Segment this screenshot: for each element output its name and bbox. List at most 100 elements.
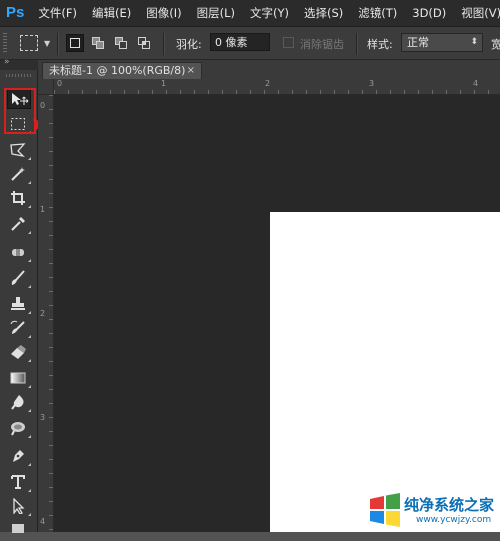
menu-edit[interactable]: 编辑(E): [92, 5, 131, 21]
watermark-url: www.ycwjzy.com: [416, 515, 492, 525]
tool-flyout-corner: [28, 311, 31, 314]
close-icon[interactable]: ×: [187, 63, 195, 79]
rectangle-shape-icon: [12, 524, 24, 533]
photoshop-logo: Ps: [6, 4, 25, 21]
subtract-from-selection-button[interactable]: [112, 34, 130, 52]
stamp-icon: [11, 297, 25, 310]
toolbox-grip[interactable]: [6, 74, 32, 77]
eyedropper-icon: [11, 217, 25, 231]
menu-layer[interactable]: 图层(L): [197, 5, 235, 21]
watermark-logo-icon: [370, 493, 400, 527]
new-selection-icon: [70, 38, 80, 48]
ruler-tick-label: 1: [161, 79, 167, 88]
width-label: 宽: [491, 38, 500, 51]
ruler-tick-label: 3: [40, 413, 46, 422]
magic-wand-icon: [11, 167, 25, 181]
updown-arrow-icon: ⬍: [470, 37, 478, 47]
toolbox-header[interactable]: »: [0, 57, 38, 70]
ruler-tick-label: 2: [265, 79, 271, 88]
dodge-tool[interactable]: [7, 418, 31, 439]
path-selection-tool[interactable]: [7, 496, 31, 517]
add-to-selection-button[interactable]: [89, 34, 107, 52]
subtract-selection-icon: [115, 37, 127, 49]
tool-flyout-corner: [28, 513, 31, 516]
menu-type[interactable]: 文字(Y): [250, 5, 289, 21]
tool-preset-picker[interactable]: [20, 35, 38, 51]
tool-flyout-corner: [28, 157, 31, 160]
site-watermark: 纯净系统之家 www.ycwjzy.com: [364, 490, 500, 532]
separator: [356, 33, 358, 55]
pen-icon: [13, 450, 24, 462]
intersect-selection-button[interactable]: [135, 34, 153, 52]
options-bar: ▼ 羽化: 0 像素 消除锯齿 样式: 正常 ⬍ 宽: [0, 27, 500, 60]
document-tab[interactable]: 未标题-1 @ 100%(RGB/8) ×: [42, 62, 202, 79]
options-bar-grip[interactable]: [3, 33, 7, 53]
antialias-checkbox[interactable]: [283, 37, 294, 48]
eraser-icon: [11, 345, 26, 359]
bandage-icon: [12, 249, 24, 256]
style-select[interactable]: 正常 ⬍: [401, 33, 483, 52]
menu-image[interactable]: 图像(I): [146, 5, 181, 21]
clone-stamp-tool[interactable]: [7, 294, 31, 315]
ruler-tick-label: 2: [40, 309, 46, 318]
intersect-selection-icon: [138, 37, 150, 49]
tool-flyout-corner: [28, 231, 31, 234]
spot-healing-brush-tool[interactable]: [7, 242, 31, 263]
menu-bar: Ps 文件(F) 编辑(E) 图像(I) 图层(L) 文字(Y) 选择(S) 滤…: [0, 0, 500, 27]
rectangular-marquee-tool[interactable]: [7, 114, 31, 135]
history-brush-tool[interactable]: [7, 318, 31, 339]
ruler-tick-label: 4: [473, 79, 479, 88]
magic-wand-tool[interactable]: [7, 164, 31, 185]
feather-input[interactable]: 0 像素: [210, 33, 270, 51]
history-brush-icon: [10, 320, 25, 334]
menu-view[interactable]: 视图(V): [461, 5, 500, 21]
ruler-origin[interactable]: [38, 79, 54, 95]
blur-tool[interactable]: [7, 392, 31, 413]
tool-flyout-corner: [28, 435, 31, 438]
polygonal-lasso-tool[interactable]: [7, 140, 31, 161]
gradient-tool[interactable]: [7, 368, 31, 389]
tool-flyout-corner: [28, 181, 31, 184]
lasso-icon: [10, 143, 26, 158]
ruler-tick-label: 1: [40, 205, 46, 214]
pen-tool[interactable]: [7, 446, 31, 467]
eyedropper-tool[interactable]: [7, 214, 31, 235]
style-select-value: 正常: [407, 36, 429, 49]
marquee-icon: [11, 118, 25, 130]
brush-icon: [11, 270, 25, 285]
menu-select[interactable]: 选择(S): [304, 5, 343, 21]
collapse-icon[interactable]: »: [4, 57, 9, 67]
document-tab-bar: 未标题-1 @ 100%(RGB/8) ×: [38, 60, 500, 79]
type-tool[interactable]: [7, 472, 31, 493]
menu-file[interactable]: 文件(F): [38, 5, 77, 21]
vertical-ruler[interactable]: 0 1 2 3 4: [38, 95, 54, 532]
rectangle-tool[interactable]: [7, 520, 31, 541]
tool-flyout-corner: [28, 409, 31, 412]
path-select-arrow-icon: [13, 498, 25, 514]
tool-flyout-corner: [28, 489, 31, 492]
new-selection-button[interactable]: [66, 34, 84, 52]
antialias-label: 消除锯齿: [300, 38, 344, 51]
horizontal-ruler[interactable]: 0 1 2 3 4: [54, 79, 500, 95]
eraser-tool[interactable]: [7, 342, 31, 363]
blur-drop-icon: [11, 395, 24, 410]
ruler-tick-label: 0: [57, 79, 63, 88]
move-tool-icon: [12, 93, 29, 105]
tool-flyout-corner: [28, 205, 31, 208]
menu-filter[interactable]: 滤镜(T): [358, 5, 397, 21]
tool-flyout-corner: [28, 285, 31, 288]
style-label: 样式:: [367, 38, 393, 51]
document-tab-title: 未标题-1 @ 100%(RGB/8): [49, 64, 186, 77]
document-canvas[interactable]: [270, 212, 500, 532]
menu-3d[interactable]: 3D(D): [412, 6, 446, 20]
crop-tool[interactable]: [7, 188, 31, 209]
tool-flyout-corner: [28, 259, 31, 262]
feather-label: 羽化:: [176, 38, 202, 51]
dodge-icon: [11, 422, 25, 436]
tool-flyout-corner: [28, 385, 31, 388]
move-tool[interactable]: [7, 88, 31, 109]
chevron-down-icon[interactable]: ▼: [44, 39, 50, 48]
brush-tool[interactable]: [7, 268, 31, 289]
ruler-tick-label: 0: [40, 101, 46, 110]
gradient-icon: [10, 372, 26, 384]
